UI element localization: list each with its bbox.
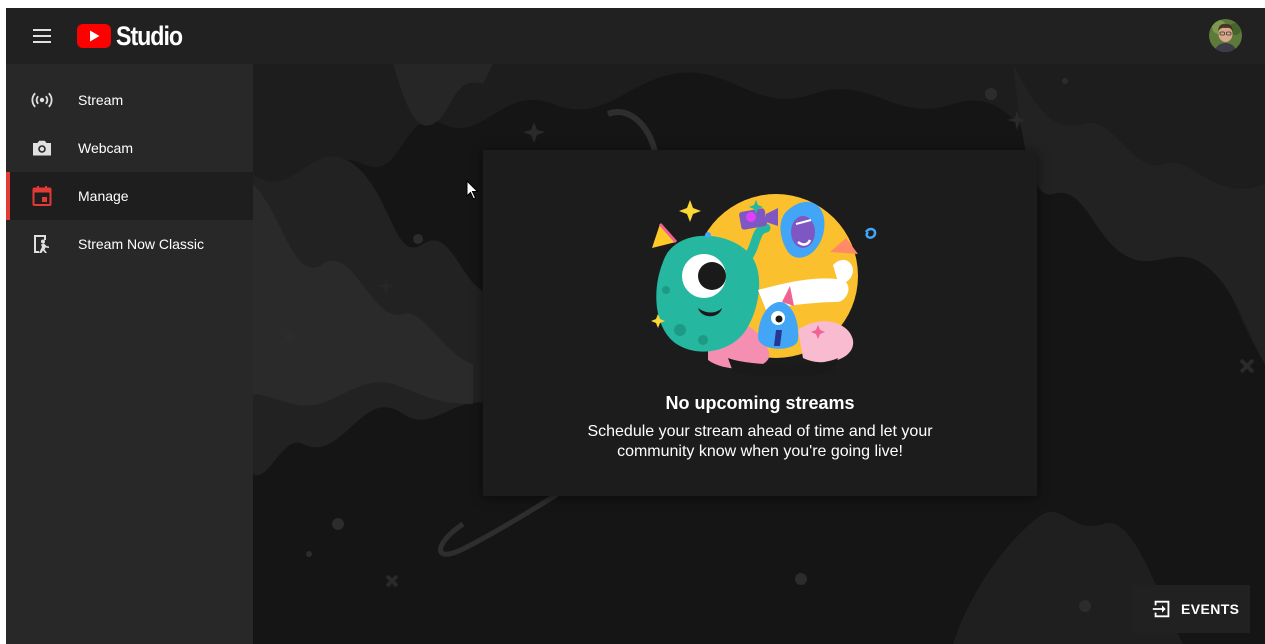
empty-state-description: Schedule your stream ahead of time and l… xyxy=(483,422,1037,462)
user-avatar-icon xyxy=(1209,19,1242,52)
avatar[interactable] xyxy=(1209,19,1242,52)
youtube-play-icon xyxy=(77,24,111,48)
app-window: Studio Stream Webcam Manage Stream Now C… xyxy=(6,8,1265,644)
calendar-icon xyxy=(30,184,54,208)
youtube-studio-logo[interactable]: Studio xyxy=(77,21,193,51)
classic-stream-icon xyxy=(30,232,54,256)
sidebar-item-label: Stream Now Classic xyxy=(78,236,205,252)
camera-icon xyxy=(30,136,54,160)
sidebar-item-stream-now-classic[interactable]: Stream Now Classic xyxy=(6,220,253,268)
broadcast-icon xyxy=(30,88,54,112)
sidebar-item-label: Webcam xyxy=(78,140,133,156)
sidebar-item-webcam[interactable]: Webcam xyxy=(6,124,253,172)
sidebar-item-manage[interactable]: Manage xyxy=(6,172,253,220)
events-button-label: EVENTS xyxy=(1181,601,1240,617)
sidebar-item-label: Manage xyxy=(78,188,129,204)
menu-button[interactable] xyxy=(28,24,56,48)
sidebar-item-label: Stream xyxy=(78,92,124,108)
main-content: No upcoming streams Schedule your stream… xyxy=(253,64,1265,644)
empty-state-card: No upcoming streams Schedule your stream… xyxy=(483,150,1037,496)
brand-name: Studio xyxy=(116,20,183,51)
events-button[interactable]: EVENTS xyxy=(1132,585,1250,633)
exit-to-app-icon xyxy=(1152,600,1170,618)
empty-state-description-text: Schedule your stream ahead of time and l… xyxy=(587,423,933,460)
sidebar: Stream Webcam Manage Stream Now Classic xyxy=(6,64,253,644)
mouse-cursor-icon xyxy=(466,180,479,200)
top-bar: Studio xyxy=(6,8,1265,64)
sidebar-item-stream[interactable]: Stream xyxy=(6,76,253,124)
empty-state-title: No upcoming streams xyxy=(665,393,855,413)
party-illustration xyxy=(651,194,877,377)
hamburger-menu-icon xyxy=(33,29,51,43)
